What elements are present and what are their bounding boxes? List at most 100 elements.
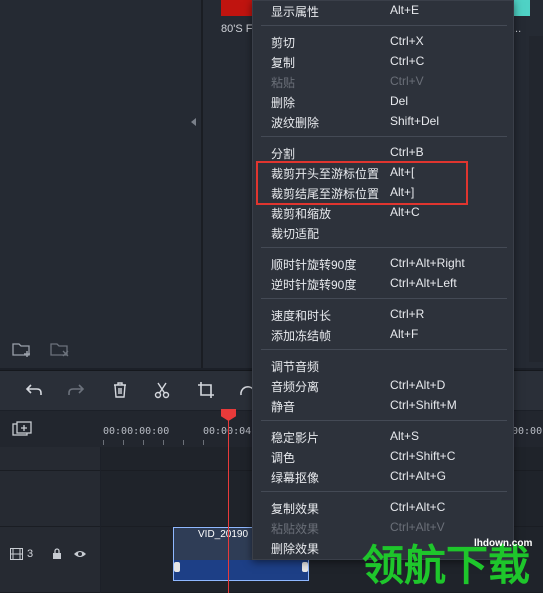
menu-item-shortcut: Ctrl+Alt+V: [390, 520, 445, 534]
menu-separator: [261, 298, 507, 299]
menu-item-shortcut: Ctrl+Alt+C: [390, 500, 446, 514]
menu-item-cut[interactable]: 剪切 Ctrl+X: [253, 32, 513, 52]
add-track-icon[interactable]: [12, 421, 32, 437]
menu-item-label: 删除效果: [271, 542, 320, 556]
remove-folder-icon[interactable]: [50, 341, 70, 357]
menu-item-shortcut: Ctrl+R: [390, 307, 425, 321]
redo-icon[interactable]: [67, 381, 85, 399]
ruler-tick: [143, 440, 144, 445]
menu-item-shortcut: Ctrl+V: [390, 74, 424, 88]
menu-item-stabilize[interactable]: 稳定影片 Alt+S: [253, 427, 513, 447]
menu-item-detach-audio[interactable]: 音频分离 Ctrl+Alt+D: [253, 376, 513, 396]
media-thumbnail-label: 80'S F: [221, 23, 253, 35]
menu-item-label: 音频分离: [271, 380, 320, 394]
ruler-tick: [163, 440, 164, 445]
annotation-highlight-box: [256, 161, 468, 205]
menu-item-copy[interactable]: 复制 Ctrl+C: [253, 52, 513, 72]
menu-item-label: 调色: [271, 451, 296, 465]
clip-name: VID_20190: [198, 529, 249, 540]
cut-icon[interactable]: [153, 381, 171, 399]
menu-item-label: 逆时针旋转90度: [271, 278, 357, 292]
menu-item-shortcut: Alt+S: [390, 429, 420, 443]
lock-icon[interactable]: [51, 548, 63, 560]
eye-icon[interactable]: [73, 548, 87, 560]
menu-item-label: 显示属性: [271, 5, 320, 19]
menu-item-label: 剪切: [271, 36, 296, 50]
clip-context-menu: 显示属性 Alt+E 剪切 Ctrl+X 复制 Ctrl+C 粘贴 Ctrl+V…: [252, 0, 514, 560]
collapse-panel-icon[interactable]: [191, 118, 196, 126]
menu-item-split[interactable]: 分割 Ctrl+B: [253, 143, 513, 163]
menu-item-crop-fit[interactable]: 裁切适配: [253, 223, 513, 243]
watermark-site: lhdown.com: [474, 538, 533, 549]
clip-audio-bar: [174, 560, 308, 580]
video-editor-window: 80'S F ... 00:00:00:00 00:00:04:0 00:00:…: [0, 0, 543, 593]
menu-separator: [261, 420, 507, 421]
menu-item-freeze-frame[interactable]: 添加冻结帧 Alt+F: [253, 325, 513, 345]
ruler-tick: [123, 440, 124, 445]
menu-item-label: 粘贴效果: [271, 522, 320, 536]
media-thumbnail[interactable]: [512, 0, 530, 16]
menu-item-shortcut: Del: [390, 94, 409, 108]
menu-item-label: 绿幕抠像: [271, 471, 320, 485]
delete-icon[interactable]: [111, 381, 129, 399]
menu-item-label: 粘贴: [271, 76, 296, 90]
menu-separator: [261, 491, 507, 492]
track-header: [0, 447, 100, 471]
track-number: 3: [27, 548, 34, 560]
menu-item-paste[interactable]: 粘贴 Ctrl+V: [253, 72, 513, 92]
menu-item-label: 速度和时长: [271, 309, 332, 323]
menu-item-adjust-audio[interactable]: 调节音频: [253, 356, 513, 376]
menu-item-shortcut: Ctrl+Alt+Right: [390, 256, 465, 270]
menu-item-paste-effects[interactable]: 粘贴效果 Ctrl+Alt+V: [253, 518, 513, 538]
ruler-tick: [103, 440, 104, 445]
menu-separator: [261, 247, 507, 248]
menu-item-label: 稳定影片: [271, 431, 320, 445]
menu-item-shortcut: Ctrl+Shift+M: [390, 398, 457, 412]
clip-trim-handle-right[interactable]: [302, 562, 308, 572]
undo-icon[interactable]: [25, 381, 43, 399]
film-icon: [10, 548, 23, 560]
playhead-line[interactable]: [228, 409, 229, 593]
menu-item-chroma-key[interactable]: 绿幕抠像 Ctrl+Alt+G: [253, 467, 513, 487]
video-track-controls: 3: [10, 548, 87, 560]
watermark-logo: 领航下载: [362, 541, 531, 590]
add-folder-icon[interactable]: [12, 341, 32, 357]
menu-item-color[interactable]: 调色 Ctrl+Shift+C: [253, 447, 513, 467]
ruler-tick: [203, 440, 204, 445]
menu-item-speed-duration[interactable]: 速度和时长 Ctrl+R: [253, 305, 513, 325]
menu-item-shortcut: Ctrl+Alt+G: [390, 469, 447, 483]
menu-item-copy-effects[interactable]: 复制效果 Ctrl+Alt+C: [253, 498, 513, 518]
ruler-time-label: 00:00:00:00: [103, 426, 170, 437]
menu-item-label: 删除: [271, 96, 296, 110]
menu-item-crop-zoom[interactable]: 裁剪和缩放 Alt+C: [253, 203, 513, 223]
menu-item-label: 裁剪和缩放: [271, 207, 332, 221]
menu-item-ripple-delete[interactable]: 波纹删除 Shift+Del: [253, 112, 513, 132]
menu-item-rotate-ccw[interactable]: 逆时针旋转90度 Ctrl+Alt+Left: [253, 274, 513, 294]
menu-separator: [261, 136, 507, 137]
track-header: [0, 527, 100, 593]
clip-trim-handle-left[interactable]: [174, 562, 180, 572]
menu-item-show-properties[interactable]: 显示属性 Alt+E: [253, 1, 513, 21]
menu-item-label: 顺时针旋转90度: [271, 258, 357, 272]
ruler-tick: [183, 440, 184, 445]
menu-item-mute[interactable]: 静音 Ctrl+Shift+M: [253, 396, 513, 416]
menu-item-label: 分割: [271, 147, 296, 161]
menu-item-delete[interactable]: 删除 Del: [253, 92, 513, 112]
menu-item-label: 波纹删除: [271, 116, 320, 130]
menu-item-shortcut: Alt+C: [390, 205, 420, 219]
track-header: [0, 471, 100, 527]
menu-item-shortcut: Ctrl+Alt+Left: [390, 276, 457, 290]
ruler-time-label: 00:00:16: [512, 426, 543, 437]
media-folder-panel: [0, 0, 202, 368]
crop-icon[interactable]: [197, 381, 215, 399]
menu-item-label: 复制效果: [271, 502, 320, 516]
menu-item-shortcut: Ctrl+C: [390, 54, 425, 68]
menu-item-rotate-cw[interactable]: 顺时针旋转90度 Ctrl+Alt+Right: [253, 254, 513, 274]
menu-item-shortcut: Alt+E: [390, 3, 420, 17]
menu-item-shortcut: Ctrl+B: [390, 145, 424, 159]
menu-item-shortcut: Ctrl+X: [390, 34, 424, 48]
menu-item-label: 调节音频: [271, 360, 320, 374]
menu-item-label: 静音: [271, 400, 296, 414]
menu-item-shortcut: Ctrl+Alt+D: [390, 378, 446, 392]
library-scrollbar[interactable]: [529, 36, 543, 362]
